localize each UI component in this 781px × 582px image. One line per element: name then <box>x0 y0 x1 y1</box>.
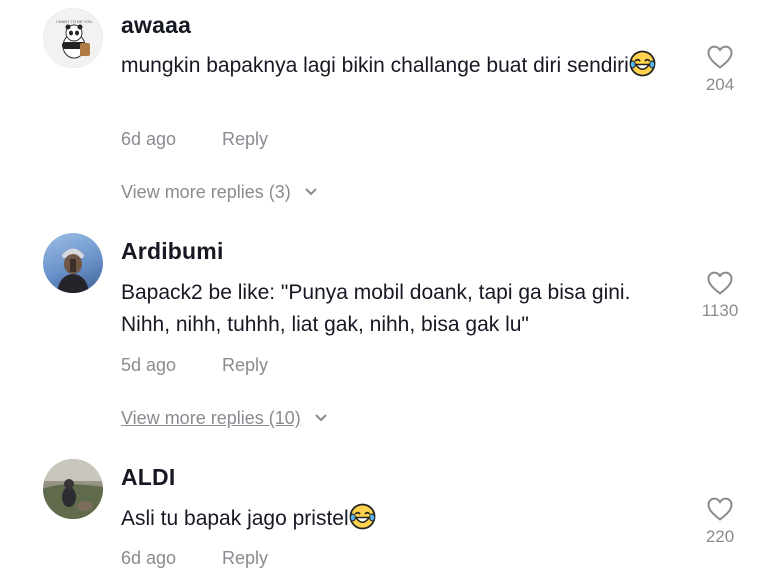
chevron-down-icon[interactable] <box>304 187 318 197</box>
panda-avatar-icon: I WANT TO BE YOU <box>56 19 93 59</box>
comment-text: Asli tu bapak jago pristel <box>121 503 661 535</box>
reply-button[interactable]: Reply <box>222 129 268 150</box>
reply-button[interactable]: Reply <box>222 548 268 569</box>
person-avatar-icon <box>57 248 89 293</box>
comment-text: mungkin bapaknya lagi bikin challange bu… <box>121 50 661 82</box>
comment-timestamp: 6d ago <box>121 129 177 149</box>
outdoor-photo-avatar-icon <box>43 459 103 519</box>
view-more-replies-button[interactable]: View more replies (10) <box>121 408 328 429</box>
view-more-replies-button[interactable]: View more replies (3) <box>121 182 318 203</box>
like-count: 204 <box>705 75 735 94</box>
chevron-down-icon[interactable] <box>314 413 328 423</box>
heart-outline-icon[interactable] <box>706 44 734 70</box>
like-count: 220 <box>705 527 735 546</box>
reply-button[interactable]: Reply <box>222 355 268 376</box>
comment-username[interactable]: awaaa <box>121 12 191 39</box>
comment-meta: 6d ago Reply <box>121 548 268 569</box>
like-button[interactable]: 204 <box>700 44 740 95</box>
comment-timestamp: 6d ago <box>121 548 177 568</box>
like-count: 1130 <box>701 301 739 320</box>
comment-meta: 6d ago Reply <box>121 129 268 150</box>
like-button[interactable]: 220 <box>700 496 740 547</box>
heart-outline-icon[interactable] <box>706 270 734 296</box>
like-button[interactable]: 1130 <box>700 270 740 321</box>
comment-username[interactable]: Ardibumi <box>121 238 224 265</box>
avatar[interactable] <box>43 233 103 293</box>
comment-text: Bapack2 be like: "Punya mobil doank, tap… <box>121 281 631 336</box>
heart-outline-icon[interactable] <box>706 496 734 522</box>
avatar[interactable] <box>43 459 103 519</box>
comment-meta: 5d ago Reply <box>121 355 268 376</box>
svg-text:I WANT TO BE YOU: I WANT TO BE YOU <box>56 19 93 24</box>
tears-of-joy-emoji-icon <box>629 50 656 77</box>
comment-timestamp: 5d ago <box>121 355 177 375</box>
comment-username[interactable]: ALDI <box>121 464 175 491</box>
avatar[interactable]: I WANT TO BE YOU <box>43 8 103 68</box>
tears-of-joy-emoji-icon <box>349 503 376 530</box>
